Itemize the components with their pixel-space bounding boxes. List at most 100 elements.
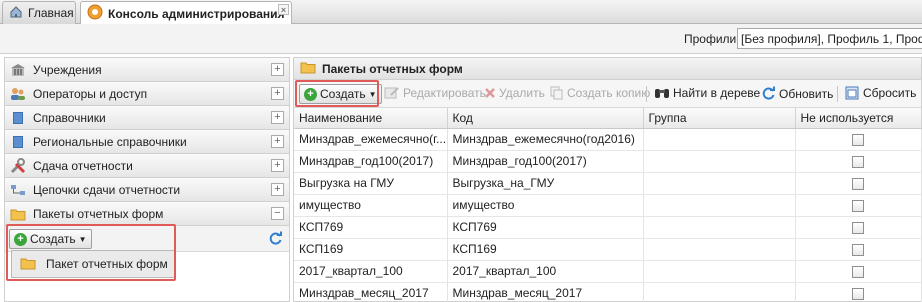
chevron-down-icon: ▼ <box>368 89 377 99</box>
cell-name: КСП769 <box>294 216 448 239</box>
folder-icon <box>20 256 36 273</box>
sidebar-item-label: Справочники <box>33 110 106 125</box>
sidebar-item-regional-directories[interactable]: Региональные справочники + <box>5 130 289 154</box>
profile-bar: Профили [Без профиля], Профиль 1, Профил… <box>0 24 922 54</box>
create-button[interactable]: + Создать ▼ <box>9 229 92 249</box>
column-header-name[interactable]: Наименование <box>294 108 448 129</box>
cell-group <box>643 128 796 151</box>
table-row[interactable]: 2017_квартал_100 2017_квартал_100 <box>294 260 922 283</box>
cell-unused <box>795 150 922 173</box>
expand-icon[interactable]: + <box>271 63 284 76</box>
expand-icon[interactable]: + <box>271 87 284 100</box>
column-header-group[interactable]: Группа <box>643 108 796 129</box>
table-row[interactable]: КСП769 КСП769 <box>294 216 922 239</box>
cell-code: Выгрузка_на_ГМУ <box>447 172 644 195</box>
tools-icon <box>9 157 27 174</box>
cell-unused <box>795 282 922 302</box>
table-row[interactable]: Минздрав_ежемесячно(г... Минздрав_ежемес… <box>294 128 922 151</box>
table-row[interactable]: имущество имущество <box>294 194 922 217</box>
cell-unused <box>795 172 922 195</box>
sidebar-item-label: Сдача отчетности <box>33 158 133 173</box>
cell-group <box>643 238 796 261</box>
toolbar-separator <box>646 86 647 102</box>
sidebar-item-operators[interactable]: Операторы и доступ + <box>5 82 289 106</box>
tab-home[interactable]: Главная <box>2 1 76 24</box>
cell-code: КСП169 <box>447 238 644 261</box>
create-button-label: Создать <box>320 87 366 101</box>
delete-button[interactable]: Удалить <box>484 86 545 100</box>
sidebar-item-label: Региональные справочники <box>33 134 187 149</box>
cell-name: имущество <box>294 194 448 217</box>
column-header-code[interactable]: Код <box>447 108 644 129</box>
find-in-tree-button[interactable]: Найти в дереве <box>654 86 760 100</box>
folder-icon <box>300 60 316 77</box>
sidebar-item-reporting[interactable]: Сдача отчетности + <box>5 154 289 178</box>
cell-group <box>643 282 796 302</box>
unused-checkbox[interactable] <box>852 199 864 212</box>
unused-checkbox[interactable] <box>852 155 864 168</box>
collapse-icon[interactable]: − <box>271 207 284 220</box>
cell-group <box>643 194 796 217</box>
cell-code: Минздрав_год100(2017) <box>447 150 644 173</box>
close-icon[interactable]: × <box>278 4 289 15</box>
sidebar-item-reporting-chains[interactable]: Цепочки сдачи отчетности + <box>5 178 289 202</box>
expand-icon[interactable]: + <box>271 183 284 196</box>
sidebar-item-directories[interactable]: Справочники + <box>5 106 289 130</box>
cell-group <box>643 260 796 283</box>
sidebar-item-institutions[interactable]: Учреждения + <box>5 58 289 82</box>
table-header-row: Наименование Код Группа Не используется <box>294 108 922 129</box>
cell-code: Минздрав_месяц_2017 <box>447 282 644 302</box>
unused-checkbox[interactable] <box>852 287 864 300</box>
book-icon <box>9 134 27 150</box>
cell-code: 2017_квартал_100 <box>447 260 644 283</box>
cell-unused <box>795 216 922 239</box>
table-row[interactable]: Минздрав_год100(2017) Минздрав_год100(20… <box>294 150 922 173</box>
cell-code: КСП769 <box>447 216 644 239</box>
refresh-button[interactable]: Обновить <box>761 86 833 101</box>
unused-checkbox[interactable] <box>852 133 864 146</box>
unused-checkbox[interactable] <box>852 221 864 234</box>
sidebar-item-label: Операторы и доступ <box>33 86 148 101</box>
unused-checkbox[interactable] <box>852 177 864 190</box>
form-packages-table: Наименование Код Группа Не используется … <box>294 108 922 302</box>
tab-admin-console[interactable]: Консоль администрирования × <box>80 1 292 25</box>
profile-select[interactable]: [Без профиля], Профиль 1, Профиль <box>737 28 922 49</box>
cell-name: КСП169 <box>294 238 448 261</box>
edit-button-label: Редактировать <box>403 86 486 100</box>
column-header-unused[interactable]: Не используется <box>795 108 922 129</box>
cell-code: Минздрав_ежемесячно(год2016) <box>447 128 644 151</box>
reset-button[interactable]: Сбросить <box>845 86 916 100</box>
find-in-tree-label: Найти в дереве <box>673 86 761 100</box>
copy-button[interactable]: Создать копию <box>550 86 650 100</box>
delete-icon <box>484 87 496 99</box>
expand-icon[interactable]: + <box>271 135 284 148</box>
sidebar-item-form-packages[interactable]: Пакеты отчетных форм − <box>5 202 289 226</box>
form-packages-panel: Пакеты отчетных форм + Создать ▼ Редакти… <box>293 57 922 302</box>
refresh-icon[interactable] <box>268 231 283 246</box>
reset-filter-icon <box>845 86 860 100</box>
create-menu-item-form-package[interactable]: Пакет отчетных форм <box>11 250 175 278</box>
cell-name: Минздрав_месяц_2017 <box>294 282 448 302</box>
sidebar-item-label: Учреждения <box>33 62 102 77</box>
menu-item-label: Пакет отчетных форм <box>46 257 168 271</box>
edit-icon <box>384 86 400 100</box>
copy-button-label: Создать копию <box>567 86 651 100</box>
expand-icon[interactable]: + <box>271 111 284 124</box>
folder-icon <box>9 206 27 222</box>
table-row[interactable]: КСП169 КСП169 <box>294 238 922 261</box>
expand-icon[interactable]: + <box>271 159 284 172</box>
cell-unused <box>795 238 922 261</box>
create-button[interactable]: + Создать ▼ <box>299 84 382 104</box>
binoculars-icon <box>654 86 670 100</box>
users-icon <box>9 86 27 102</box>
cell-unused <box>795 128 922 151</box>
admin-console-icon <box>87 4 103 23</box>
table-row[interactable]: Выгрузка на ГМУ Выгрузка_на_ГМУ <box>294 172 922 195</box>
table-row[interactable]: Минздрав_месяц_2017 Минздрав_месяц_2017 <box>294 282 922 302</box>
cell-code: имущество <box>447 194 644 217</box>
edit-button[interactable]: Редактировать <box>384 86 486 100</box>
tab-label: Главная <box>28 6 74 20</box>
profile-label: Профили <box>684 32 737 46</box>
unused-checkbox[interactable] <box>852 243 864 256</box>
unused-checkbox[interactable] <box>852 265 864 278</box>
